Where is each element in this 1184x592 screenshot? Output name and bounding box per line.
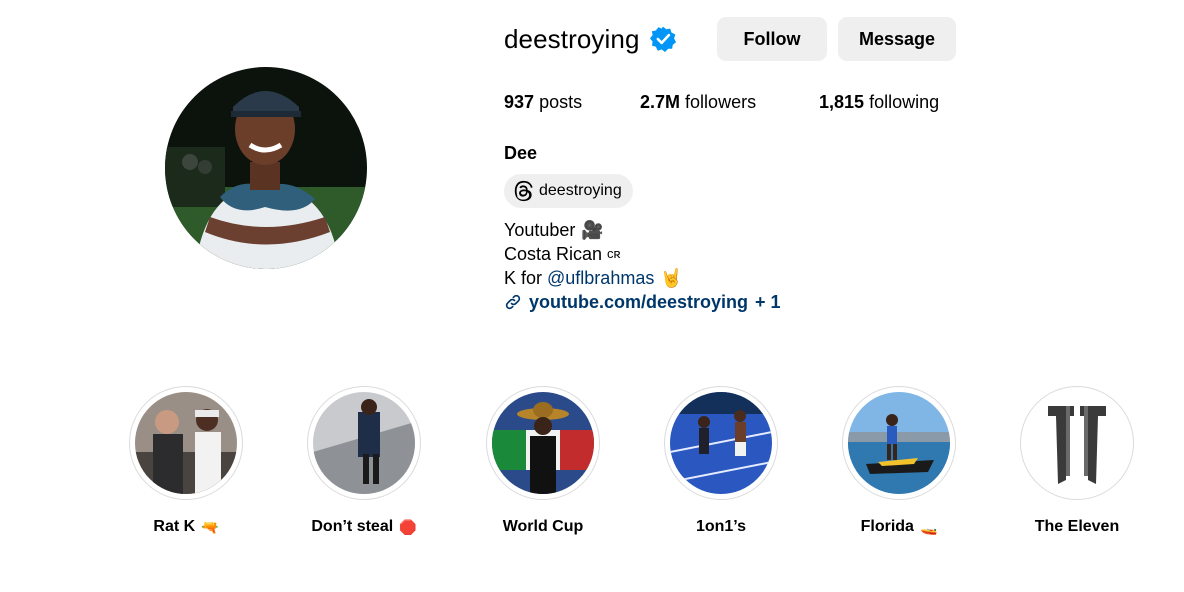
external-link[interactable]: youtube.com/deestroying + 1	[504, 290, 781, 314]
highlight-ring	[307, 386, 421, 500]
highlight-ring	[842, 386, 956, 500]
highlight-label: The Eleven	[1034, 518, 1120, 535]
highlight-label: Florida 🚤	[860, 518, 938, 535]
highlight-ring	[486, 386, 600, 500]
highlight-ring	[1020, 386, 1134, 500]
following-count: 1,815	[819, 92, 865, 112]
link-icon	[504, 293, 522, 311]
bio-text: K for	[504, 268, 543, 288]
water-gun-icon: 🔫	[201, 518, 219, 535]
stop-sign-icon: 🛑	[399, 518, 417, 535]
threads-handle: deestroying	[539, 182, 622, 199]
username[interactable]: deestroying	[504, 24, 640, 55]
highlight-cover	[492, 392, 594, 494]
highlight-cover	[848, 392, 950, 494]
profile-avatar[interactable]	[165, 67, 367, 269]
highlight-label: Don’t steal 🛑	[311, 518, 417, 535]
video-camera-icon: 🎥	[581, 220, 604, 240]
highlight-ring	[129, 386, 243, 500]
follow-button[interactable]: Follow	[717, 17, 827, 61]
message-button[interactable]: Message	[838, 17, 956, 61]
threads-link[interactable]: deestroying	[504, 174, 633, 208]
highlight-ring	[664, 386, 778, 500]
bio: Youtuber 🎥 Costa Rican ᴄʀ K for @uflbrah…	[504, 218, 781, 314]
story-highlight[interactable]: The Eleven	[1020, 386, 1134, 536]
followers-stat[interactable]: 2.7M followers	[640, 92, 756, 113]
posts-count: 937	[504, 92, 535, 112]
highlight-cover	[670, 392, 772, 494]
story-highlight[interactable]: Don’t steal 🛑	[307, 386, 421, 536]
posts-stat[interactable]: 937 posts	[504, 92, 582, 113]
highlight-label: World Cup	[502, 518, 584, 535]
highlight-cover	[1026, 392, 1128, 494]
mention-link[interactable]: @uflbrahmas	[547, 266, 654, 290]
followers-label: followers	[685, 92, 757, 112]
highlight-label: 1on1’s	[695, 518, 747, 535]
full-name: Dee	[504, 143, 538, 163]
highlight-label: Rat K 🔫	[153, 518, 219, 535]
bio-text: Youtuber	[504, 220, 576, 240]
bio-line-k-for: K for @uflbrahmas 🤘	[504, 266, 781, 290]
link-more: + 1	[755, 292, 781, 312]
costa-rica-flag-icon: ᴄʀ	[607, 246, 621, 261]
threads-icon	[512, 180, 534, 202]
verified-badge-icon	[649, 26, 676, 52]
link-text: youtube.com/deestroying	[529, 292, 749, 312]
following-label: following	[869, 92, 940, 112]
story-highlight[interactable]: Florida 🚤	[842, 386, 956, 536]
bio-line-costa-rican: Costa Rican ᴄʀ	[504, 242, 781, 266]
bio-text: Costa Rican	[504, 244, 603, 264]
profile-header: deestroying	[504, 17, 676, 61]
highlight-cover	[135, 392, 237, 494]
followers-count: 2.7M	[640, 92, 681, 112]
bio-line-youtuber: Youtuber 🎥	[504, 218, 781, 242]
posts-label: posts	[539, 92, 583, 112]
rock-hand-icon: 🤘	[660, 268, 683, 288]
story-highlight[interactable]: World Cup	[486, 386, 600, 536]
following-stat[interactable]: 1,815 following	[819, 92, 939, 113]
speedboat-icon: 🚤	[919, 518, 938, 535]
story-highlight[interactable]: Rat K 🔫	[129, 386, 243, 536]
story-highlight[interactable]: 1on1’s	[664, 386, 778, 536]
highlight-cover	[313, 392, 415, 494]
